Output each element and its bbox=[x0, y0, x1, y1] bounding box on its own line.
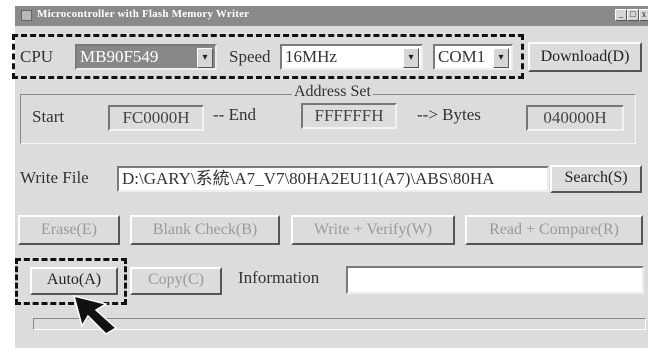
close-button[interactable]: x bbox=[639, 9, 648, 21]
end-label: -- End bbox=[213, 105, 256, 124]
title-bar[interactable]: Microcontroller with Flash Memory Writer… bbox=[15, 6, 648, 26]
write-file-label: Write File bbox=[20, 168, 89, 187]
start-address-field: FC0000H bbox=[108, 105, 204, 131]
highlight-frame bbox=[12, 34, 524, 79]
window-title: Microcontroller with Flash Memory Writer bbox=[37, 8, 250, 20]
copy-button[interactable]: Copy(C) bbox=[130, 267, 222, 295]
read-compare-button[interactable]: Read + Compare(R) bbox=[465, 215, 643, 245]
bytes-field: 040000H bbox=[526, 105, 624, 131]
bytes-label: --> Bytes bbox=[417, 105, 481, 124]
information-label: Information bbox=[238, 268, 320, 287]
end-address-field: FFFFFFH bbox=[301, 103, 397, 129]
blank-check-button[interactable]: Blank Check(B) bbox=[130, 215, 280, 245]
maximize-button[interactable]: □ bbox=[627, 9, 639, 21]
write-verify-button[interactable]: Write + Verify(W) bbox=[291, 215, 455, 245]
information-field bbox=[346, 266, 644, 294]
search-button[interactable]: Search(S) bbox=[550, 165, 642, 193]
app-icon bbox=[21, 10, 32, 21]
start-label: Start bbox=[32, 107, 65, 126]
progress-bar bbox=[33, 318, 646, 330]
minimize-button[interactable]: _ bbox=[615, 9, 627, 21]
download-button[interactable]: Download(D) bbox=[528, 42, 642, 72]
write-file-path-input[interactable]: D:\GARY\系統\A7_V7\80HA2EU11(A7)\ABS\80HA bbox=[117, 166, 549, 192]
erase-button[interactable]: Erase(E) bbox=[18, 215, 120, 245]
address-set-title: Address Set bbox=[292, 83, 373, 101]
arrow-cursor-icon bbox=[72, 294, 118, 335]
